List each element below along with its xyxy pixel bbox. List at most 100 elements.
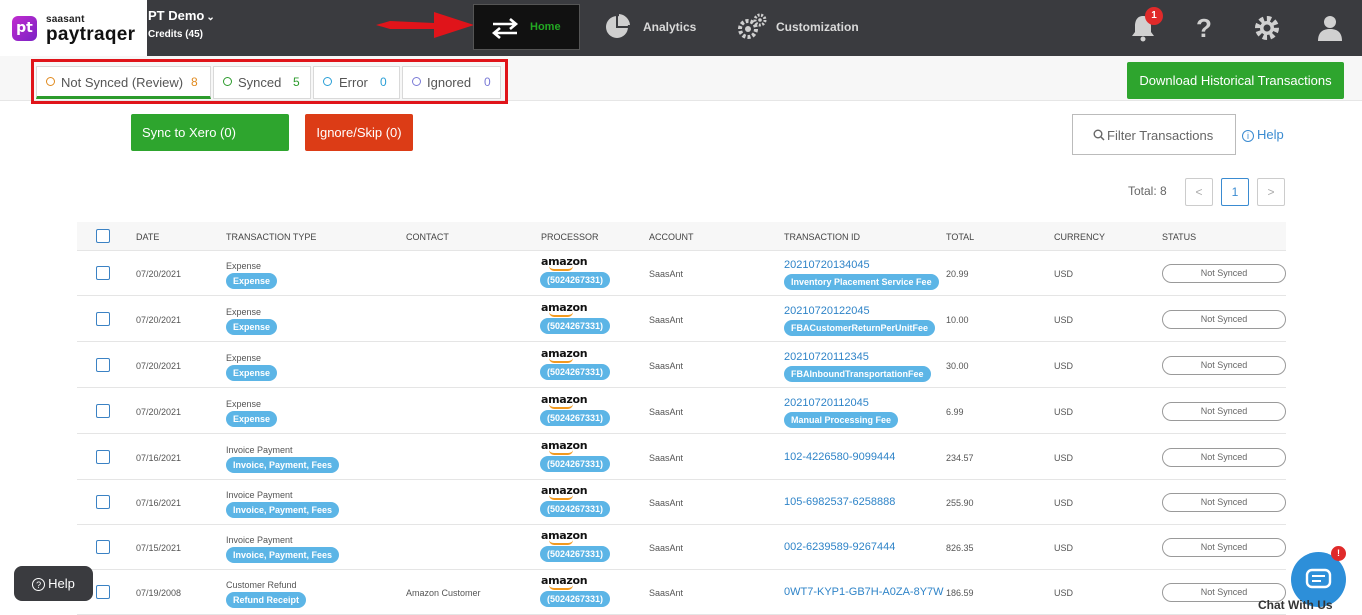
- row-account: SaasAnt: [649, 407, 684, 417]
- company-selector[interactable]: PT Demo ⌄: [148, 8, 215, 23]
- row-date: 07/19/2008: [136, 588, 182, 598]
- prev-page-button[interactable]: <: [1185, 178, 1213, 206]
- amazon-logo-icon: amazon: [541, 393, 588, 409]
- help-link-label: Help: [1257, 127, 1284, 142]
- amazon-smile-icon: [549, 358, 573, 363]
- row-total: 20.99: [946, 269, 969, 279]
- transaction-type-tag: Expense: [226, 365, 278, 381]
- row-date: 07/20/2021: [136, 315, 182, 325]
- row-currency: USD: [1054, 269, 1074, 279]
- transaction-id-link[interactable]: 20210720134045: [784, 259, 870, 271]
- amazon-logo-icon: amazon: [541, 255, 588, 271]
- transaction-id-link[interactable]: 105-6982537-6258888: [784, 496, 895, 508]
- row-total: 186.59: [946, 588, 974, 598]
- transaction-id-link[interactable]: 002-6239589-9267444: [784, 541, 895, 553]
- table-header: DATE TRANSACTION TYPE CONTACT PROCESSOR …: [77, 222, 1286, 251]
- search-icon: [1093, 129, 1105, 141]
- column-header-total: TOTAL: [946, 232, 975, 242]
- row-checkbox[interactable]: [96, 450, 110, 464]
- table-row: 07/16/2021 Invoice Payment Invoice, Paymen…: [77, 435, 1286, 480]
- status-badge: Not Synced: [1162, 402, 1286, 421]
- row-total: 30.00: [946, 361, 969, 371]
- notification-count-badge: 1: [1145, 7, 1163, 25]
- nav-analytics[interactable]: Analytics: [605, 0, 705, 56]
- red-arrow-annotation-icon: [376, 12, 474, 38]
- transaction-detail-tag: FBACustomerReturnPerUnitFee: [784, 320, 936, 336]
- logo[interactable]: pt saasant paytraqer: [0, 0, 147, 56]
- nav-customization[interactable]: Customization: [737, 0, 867, 56]
- column-header-date: DATE: [136, 232, 160, 242]
- row-date: 07/15/2021: [136, 543, 182, 553]
- amazon-smile-icon: [549, 266, 573, 271]
- transaction-type-tag: Expense: [226, 273, 278, 289]
- status-badge: Not Synced: [1162, 448, 1286, 467]
- floating-help-button[interactable]: ? Help: [14, 566, 93, 601]
- page-1-button[interactable]: 1: [1221, 178, 1249, 206]
- row-total: 826.35: [946, 543, 974, 553]
- next-page-button[interactable]: >: [1257, 178, 1285, 206]
- row-account: SaasAnt: [649, 269, 684, 279]
- transaction-id-link[interactable]: 102-4226580-9099444: [784, 451, 895, 463]
- transaction-id-link[interactable]: 20210720112045: [784, 397, 869, 409]
- help-link[interactable]: i Help: [1242, 127, 1284, 142]
- row-checkbox[interactable]: [96, 266, 110, 280]
- total-count: Total: 8: [1128, 184, 1167, 198]
- floating-help-label: Help: [48, 576, 75, 591]
- row-transaction-type: Invoice Payment: [226, 535, 293, 545]
- sync-to-xero-button[interactable]: Sync to Xero (0): [131, 114, 289, 151]
- transaction-id-link[interactable]: 0WT7-KYP1-GB7H-A0ZA-8Y7W: [784, 586, 944, 598]
- row-account: SaasAnt: [649, 315, 684, 325]
- processor-id-tag: (5024267331): [540, 591, 611, 607]
- transaction-type-tag: Invoice, Payment, Fees: [226, 457, 340, 473]
- table-row: 07/20/2021 Expense Expense amazon (502426733…: [77, 389, 1286, 434]
- column-header-processor: PROCESSOR: [541, 232, 599, 242]
- table-row: 07/19/2008 Customer Refund Refund Receipt A…: [77, 570, 1286, 615]
- row-checkbox[interactable]: [96, 585, 110, 599]
- row-account: SaasAnt: [649, 453, 684, 463]
- transaction-id-link[interactable]: 20210720112345: [784, 351, 869, 363]
- row-currency: USD: [1054, 315, 1074, 325]
- row-total: 6.99: [946, 407, 964, 417]
- row-checkbox[interactable]: [96, 312, 110, 326]
- chat-notification-badge: !: [1331, 546, 1346, 561]
- row-checkbox[interactable]: [96, 358, 110, 372]
- transaction-type-tag: Invoice, Payment, Fees: [226, 502, 340, 518]
- nav-customization-label: Customization: [776, 20, 859, 34]
- ignore-skip-button[interactable]: Ignore/Skip (0): [305, 114, 413, 151]
- nav-home[interactable]: Home: [473, 4, 580, 50]
- amazon-logo-icon: amazon: [541, 574, 588, 590]
- row-account: SaasAnt: [649, 361, 684, 371]
- row-account: SaasAnt: [649, 543, 684, 553]
- help-question-icon[interactable]: ?: [1190, 14, 1218, 42]
- status-badge: Not Synced: [1162, 538, 1286, 557]
- row-currency: USD: [1054, 498, 1074, 508]
- table-row: 07/20/2021 Expense Expense amazon (502426733…: [77, 297, 1286, 342]
- credits-label: Credits (45): [148, 29, 204, 40]
- settings-gear-icon[interactable]: [1253, 14, 1281, 42]
- download-historical-button[interactable]: Download Historical Transactions: [1127, 62, 1344, 99]
- table-row: 07/15/2021 Invoice Payment Invoice, Paymen…: [77, 525, 1286, 570]
- row-transaction-type: Expense: [226, 353, 262, 363]
- transaction-type-tag: Expense: [226, 319, 278, 335]
- swap-arrows-icon: [491, 18, 519, 39]
- processor-id-tag: (5024267331): [540, 364, 611, 380]
- row-account: SaasAnt: [649, 498, 684, 508]
- row-contact: Amazon Customer: [406, 588, 481, 598]
- row-checkbox[interactable]: [96, 495, 110, 509]
- logo-brand-name: paytraqer: [46, 24, 136, 45]
- transaction-id-link[interactable]: 20210720122045: [784, 305, 870, 317]
- row-checkbox[interactable]: [96, 404, 110, 418]
- row-currency: USD: [1054, 453, 1074, 463]
- row-checkbox[interactable]: [96, 540, 110, 554]
- row-date: 07/20/2021: [136, 407, 182, 417]
- filter-transactions-button[interactable]: Filter Transactions: [1072, 114, 1236, 155]
- processor-id-tag: (5024267331): [540, 456, 611, 472]
- nav-home-label: Home: [530, 21, 561, 33]
- processor-id-tag: (5024267331): [540, 410, 611, 426]
- row-transaction-type: Invoice Payment: [226, 445, 293, 455]
- user-avatar-icon[interactable]: [1316, 14, 1344, 42]
- transaction-detail-tag: Manual Processing Fee: [784, 412, 899, 428]
- row-date: 07/16/2021: [136, 453, 182, 463]
- row-transaction-type: Invoice Payment: [226, 490, 293, 500]
- select-all-checkbox[interactable]: [96, 229, 110, 243]
